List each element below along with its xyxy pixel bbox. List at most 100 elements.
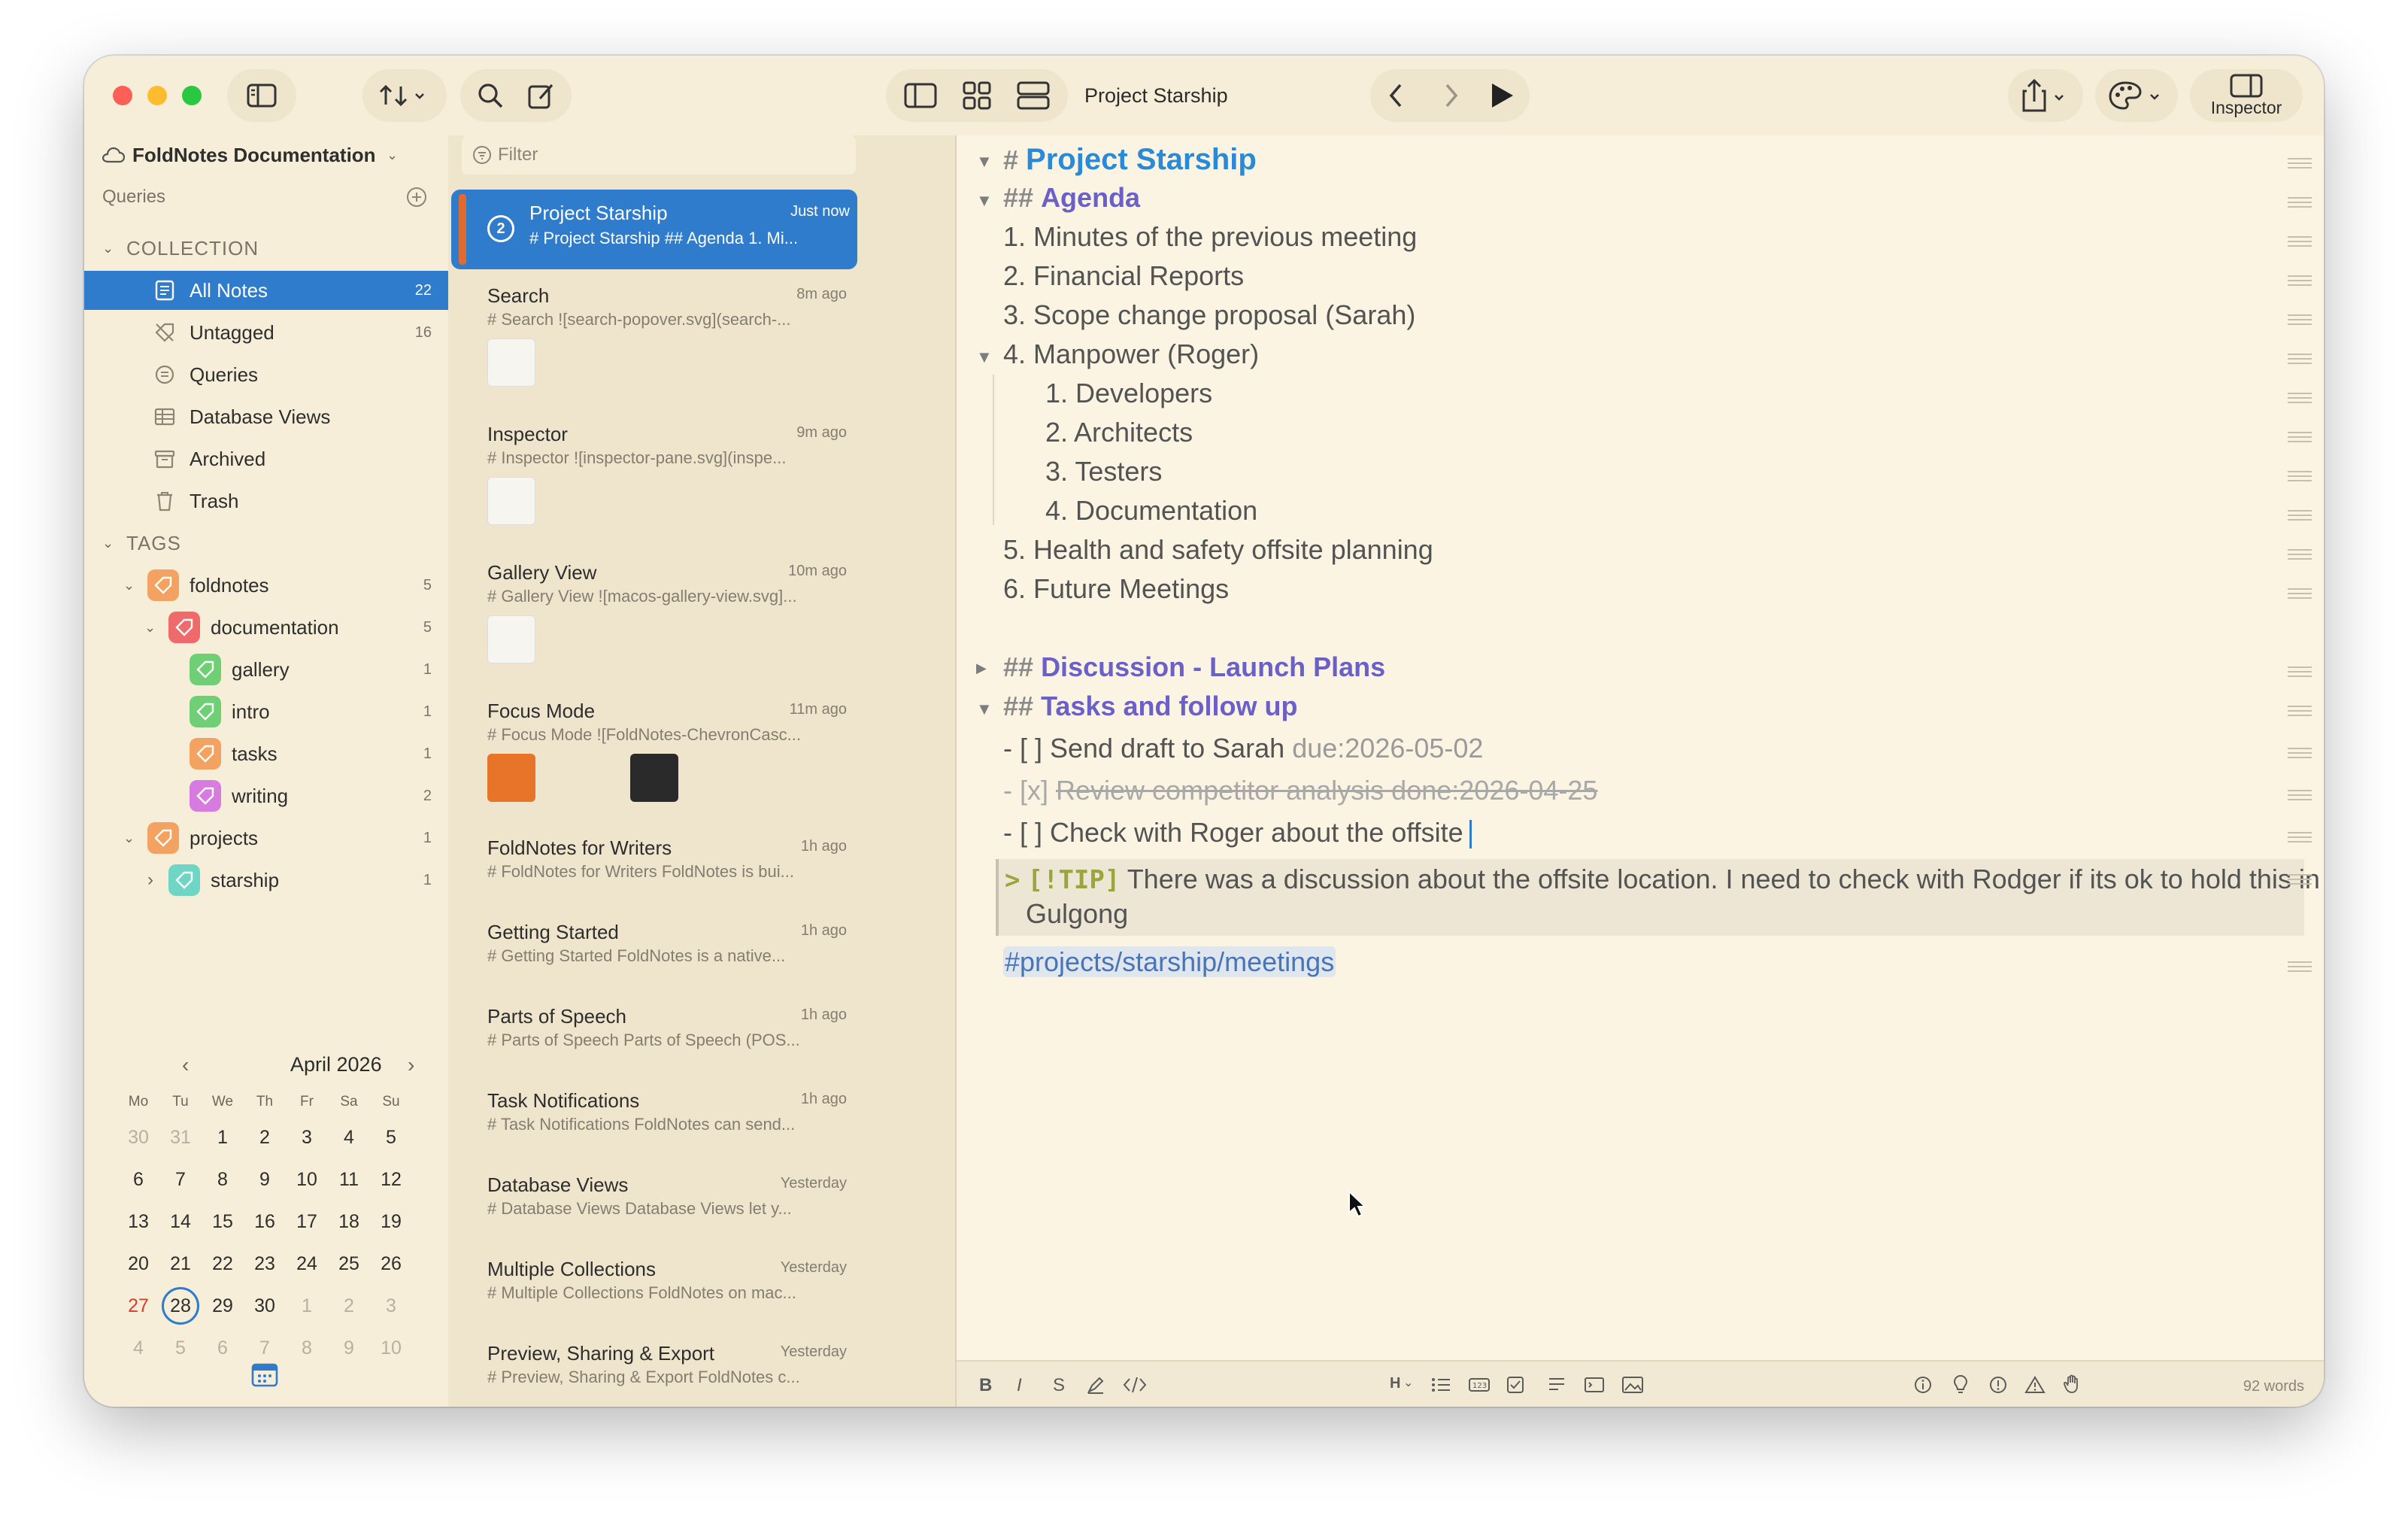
calendar-icon[interactable] (251, 1362, 278, 1387)
note-item-search[interactable]: Search 8m ago # Search ![search-popover.… (448, 269, 955, 405)
tag-starship[interactable]: › starship 1 (84, 861, 448, 900)
note-item-multiple-collections[interactable]: Multiple Collections Yesterday # Multipl… (448, 1243, 955, 1325)
theme-button[interactable] (2095, 69, 2178, 122)
sidebar-item-all-notes[interactable]: All Notes 22 (84, 271, 448, 310)
calendar-day[interactable]: 13 (117, 1211, 159, 1233)
maximize-window-button[interactable] (182, 86, 202, 105)
calendar-day[interactable]: 26 (370, 1253, 412, 1275)
note-item-inspector[interactable]: Inspector 9m ago # Inspector ![inspector… (448, 408, 955, 543)
calendar-day[interactable]: 25 (328, 1253, 370, 1275)
collection-switcher[interactable]: FoldNotes Documentation ⌄ (84, 135, 448, 175)
sort-button[interactable] (362, 69, 447, 122)
task-item-done[interactable]: - [x] Review competitor analysis done:20… (1003, 775, 1597, 806)
calendar-day[interactable]: 24 (286, 1253, 328, 1275)
note-item-preview-sharing-export[interactable]: Preview, Sharing & Export Yesterday # Pr… (448, 1327, 955, 1407)
filter-field[interactable]: Filter (462, 135, 856, 175)
drag-handle-icon[interactable] (2288, 790, 2312, 800)
calendar-day[interactable]: 1 (286, 1295, 328, 1317)
tag-intro[interactable]: intro 1 (84, 692, 448, 731)
tag-writing[interactable]: writing 2 (84, 776, 448, 815)
calendar-day[interactable]: 3 (286, 1127, 328, 1149)
tip-callout[interactable]: > [!TIP] There was a discussion about th… (996, 859, 2320, 936)
calendar-next-icon[interactable]: › (408, 1053, 414, 1077)
calendar-day[interactable]: 4 (328, 1127, 370, 1149)
drag-handle-icon[interactable] (2288, 748, 2312, 758)
drag-handle-icon[interactable] (2288, 961, 2312, 972)
toggle-sidebar-button[interactable] (227, 69, 296, 122)
calendar-day[interactable]: 22 (202, 1253, 244, 1275)
drag-handle-icon[interactable] (2288, 236, 2312, 247)
warning-icon[interactable] (2024, 1375, 2046, 1395)
drag-handle-icon[interactable] (2288, 158, 2312, 168)
task-item[interactable]: - [ ] Check with Roger about the offsite (1003, 817, 1472, 849)
drag-handle-icon[interactable] (2288, 471, 2312, 481)
calendar-day[interactable]: 27 (117, 1295, 159, 1317)
calendar-day[interactable]: 1 (202, 1127, 244, 1149)
italic-button[interactable]: I (1017, 1375, 1022, 1396)
calendar-day[interactable]: 9 (244, 1169, 286, 1191)
calendar-day[interactable]: 7 (244, 1337, 286, 1359)
note-item-task-notifications[interactable]: Task Notifications 1h ago # Task Notific… (448, 1074, 955, 1157)
important-icon[interactable] (1988, 1375, 2008, 1395)
drag-handle-icon[interactable] (2288, 393, 2312, 403)
calendar-day[interactable]: 5 (159, 1337, 202, 1359)
tag-gallery[interactable]: gallery 1 (84, 650, 448, 689)
strikethrough-button[interactable]: S (1053, 1375, 1065, 1396)
bold-button[interactable]: B (979, 1375, 992, 1396)
calendar-day[interactable]: 31 (159, 1127, 202, 1149)
back-icon[interactable] (1385, 82, 1408, 109)
fold-triangle-icon[interactable]: ▼ (976, 191, 993, 211)
calendar-day[interactable]: 18 (328, 1211, 370, 1233)
sidebar-item-queries[interactable]: Queries (84, 355, 448, 394)
calendar-day[interactable]: 11 (328, 1169, 370, 1191)
bullet-list-icon[interactable] (1430, 1375, 1451, 1395)
task-item[interactable]: - [ ] Send draft to Sarah due:2026-05-02 (1003, 733, 1483, 764)
editor-layout-icon[interactable] (904, 83, 937, 108)
fold-triangle-icon[interactable]: ▼ (976, 700, 993, 719)
calendar-day[interactable]: 30 (117, 1127, 159, 1149)
calendar-day[interactable]: 10 (286, 1169, 328, 1191)
lightbulb-icon[interactable] (1951, 1374, 1970, 1395)
calendar-day[interactable]: 14 (159, 1211, 202, 1233)
calendar-day[interactable]: 17 (286, 1211, 328, 1233)
drag-handle-icon[interactable] (2288, 197, 2312, 208)
calendar-day[interactable]: 5 (370, 1127, 412, 1149)
tags-section-header[interactable]: ⌄ TAGS (84, 524, 448, 563)
drag-handle-icon[interactable] (2288, 549, 2312, 560)
highlight-icon[interactable] (1086, 1375, 1105, 1395)
quote-icon[interactable] (1546, 1375, 1567, 1395)
tag-documentation[interactable]: ⌄ documentation 5 (84, 608, 448, 647)
calendar-day[interactable]: 23 (244, 1253, 286, 1275)
list-view-icon[interactable] (1017, 81, 1050, 110)
add-query-icon[interactable] (406, 187, 427, 208)
drag-handle-icon[interactable] (2288, 588, 2312, 599)
forward-icon[interactable] (1439, 82, 1462, 109)
inspector-button[interactable]: Inspector (2190, 69, 2303, 122)
calendar-day[interactable]: 12 (370, 1169, 412, 1191)
calendar-day[interactable]: 2 (244, 1127, 286, 1149)
hashtag[interactable]: #projects/starship/meetings (1003, 946, 1336, 977)
note-item-parts-of-speech[interactable]: Parts of Speech 1h ago # Parts of Speech… (448, 990, 955, 1073)
heading-dropdown[interactable]: H (1390, 1375, 1400, 1392)
sidebar-item-archived[interactable]: Archived (84, 439, 448, 478)
sidebar-item-untagged[interactable]: Untagged 16 (84, 313, 448, 352)
calendar-day[interactable]: 21 (159, 1253, 202, 1275)
calendar-day[interactable]: 8 (286, 1337, 328, 1359)
note-item-project-starship[interactable]: 2 Project Starship Just now # Project St… (451, 190, 857, 269)
calendar-prev-icon[interactable]: ‹ (182, 1053, 189, 1077)
drag-handle-icon[interactable] (2288, 706, 2312, 716)
note-item-getting-started[interactable]: Getting Started 1h ago # Getting Started… (448, 906, 955, 988)
play-icon[interactable] (1489, 82, 1515, 109)
calendar-day[interactable]: 6 (202, 1337, 244, 1359)
drag-handle-icon[interactable] (2288, 275, 2312, 286)
image-icon[interactable] (1621, 1375, 1644, 1395)
calendar-day[interactable]: 4 (117, 1337, 159, 1359)
calendar-day[interactable]: 9 (328, 1337, 370, 1359)
minimize-window-button[interactable] (147, 86, 167, 105)
calendar-day[interactable]: 19 (370, 1211, 412, 1233)
note-item-database-views[interactable]: Database Views Yesterday # Database View… (448, 1158, 955, 1241)
collection-section-header[interactable]: ⌄ COLLECTION (84, 229, 448, 268)
drag-handle-icon[interactable] (2288, 432, 2312, 442)
grid-view-icon[interactable] (963, 81, 991, 110)
checkbox-icon[interactable] (1506, 1375, 1525, 1395)
